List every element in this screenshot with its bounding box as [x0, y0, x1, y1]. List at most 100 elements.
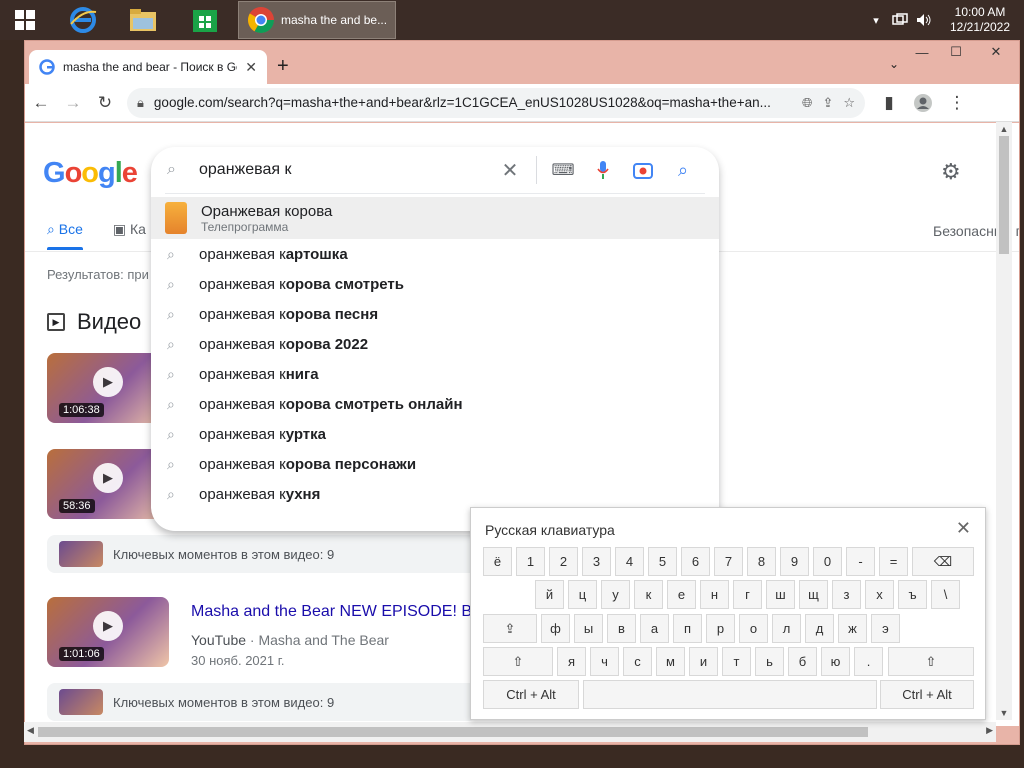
suggestion-item[interactable]: ⌕ оранжевая к ухня [151, 479, 719, 509]
keyboard-close-icon[interactable]: ✕ [956, 518, 971, 539]
key[interactable]: ъ [898, 580, 927, 609]
key[interactable]: а [640, 614, 669, 643]
tab-images[interactable]: ▣ Ка [113, 221, 146, 250]
key[interactable]: у [601, 580, 630, 609]
key[interactable]: 3 [582, 547, 611, 576]
key[interactable]: п [673, 614, 702, 643]
translate-icon[interactable]: 🌐︎ [802, 95, 812, 111]
key[interactable]: 7 [714, 547, 743, 576]
ctrl-alt-left-key[interactable]: Ctrl + Alt [483, 680, 579, 709]
key[interactable]: х [865, 580, 894, 609]
spacebar-key[interactable] [583, 680, 877, 709]
key[interactable]: ю [821, 647, 850, 676]
suggestion-item[interactable]: ⌕ оранжевая к орова персонажи [151, 449, 719, 479]
keyboard-icon[interactable]: ⌨ [543, 160, 583, 180]
key[interactable]: с [623, 647, 652, 676]
left-shift-key[interactable]: ⇧ [483, 647, 553, 676]
file-explorer-taskbar-button[interactable] [118, 0, 168, 40]
close-window-button[interactable]: ✕ [973, 41, 1019, 63]
more-menu-icon[interactable]: ⋮ [941, 87, 973, 119]
backspace-key[interactable]: ⌫ [912, 547, 974, 576]
key[interactable]: р [706, 614, 735, 643]
key-moments-bar-2[interactable]: Ключевых моментов в этом видео: 9 [47, 683, 477, 721]
key[interactable]: ф [541, 614, 570, 643]
store-taskbar-button[interactable] [180, 0, 230, 40]
video-result-title[interactable]: Masha and the Bear NEW EPISODE! B [191, 603, 472, 621]
key[interactable]: э [871, 614, 900, 643]
scroll-left-arrow-icon[interactable]: ◀ [27, 725, 34, 736]
search-input[interactable]: оранжевая к [199, 161, 490, 179]
microphone-icon[interactable] [583, 160, 623, 180]
maximize-button[interactable]: ☐ [939, 41, 973, 63]
key[interactable]: т [722, 647, 751, 676]
key[interactable]: 0 [813, 547, 842, 576]
key[interactable]: я [557, 647, 586, 676]
key[interactable]: \ [931, 580, 960, 609]
key[interactable]: б [788, 647, 817, 676]
key[interactable]: ь [755, 647, 784, 676]
url-text[interactable]: google.com/search?q=masha+the+and+bear&r… [154, 95, 792, 110]
horizontal-scrollbar[interactable]: ◀ ▶ [24, 722, 996, 742]
key[interactable]: в [607, 614, 636, 643]
suggestion-item[interactable]: ⌕ оранжевая к орова песня [151, 299, 719, 329]
search-submit-icon[interactable]: ⌕ [663, 160, 703, 181]
suggestion-item[interactable]: ⌕ оранжевая к орова смотреть онлайн [151, 389, 719, 419]
clock[interactable]: 10:00 AM 12/21/2022 [936, 5, 1024, 35]
key[interactable]: з [832, 580, 861, 609]
ctrl-alt-right-key[interactable]: Ctrl + Alt [880, 680, 974, 709]
volume-icon[interactable] [912, 0, 936, 40]
bookmark-star-icon[interactable]: ☆ [843, 95, 855, 111]
chrome-taskbar-button[interactable]: masha the and be... [238, 1, 396, 39]
key[interactable]: 8 [747, 547, 776, 576]
vertical-scrollbar[interactable]: ▲ ▼ [996, 122, 1012, 720]
scroll-down-arrow-icon[interactable]: ▼ [996, 708, 1012, 718]
key[interactable]: и [689, 647, 718, 676]
back-button[interactable]: ← [25, 87, 57, 119]
key[interactable]: 6 [681, 547, 710, 576]
key[interactable]: к [634, 580, 663, 609]
key[interactable]: ц [568, 580, 597, 609]
key[interactable]: 4 [615, 547, 644, 576]
key[interactable]: д [805, 614, 834, 643]
key[interactable]: 5 [648, 547, 677, 576]
start-button[interactable] [0, 0, 50, 40]
suggestion-item[interactable]: ⌕ оранжевая к нига [151, 359, 719, 389]
key[interactable]: ы [574, 614, 603, 643]
key[interactable]: н [700, 580, 729, 609]
network-icon[interactable] [888, 0, 912, 40]
key[interactable]: 2 [549, 547, 578, 576]
internet-explorer-taskbar-button[interactable] [58, 0, 108, 40]
tab-search-chevron-icon[interactable]: ⌄ [889, 57, 899, 71]
browser-tab[interactable]: masha the and bear - Поиск в Google ✕ [29, 50, 267, 84]
key[interactable]: 1 [516, 547, 545, 576]
address-bar[interactable]: 🔒︎ google.com/search?q=masha+the+and+bea… [127, 87, 865, 118]
key[interactable]: й [535, 580, 564, 609]
horizontal-scroll-thumb[interactable] [38, 727, 868, 737]
key[interactable]: ч [590, 647, 619, 676]
key[interactable]: ш [766, 580, 795, 609]
key[interactable]: ё [483, 547, 512, 576]
minimize-button[interactable]: — [905, 41, 939, 63]
chevron-up-icon[interactable]: ▾ [864, 0, 888, 40]
tab-close-icon[interactable]: ✕ [245, 59, 257, 76]
key[interactable]: о [739, 614, 768, 643]
suggestion-item[interactable]: ⌕ оранжевая к орова смотреть [151, 269, 719, 299]
settings-gear-icon[interactable]: ⚙ [941, 159, 961, 185]
side-panel-icon[interactable]: ▮ [873, 87, 905, 119]
google-logo[interactable]: Google [43, 157, 138, 190]
key[interactable]: г [733, 580, 762, 609]
scroll-right-arrow-icon[interactable]: ▶ [986, 725, 993, 736]
key[interactable]: л [772, 614, 801, 643]
right-shift-key[interactable]: ⇧ [888, 647, 974, 676]
suggestion-item-entity[interactable]: Оранжевая корова Телепрограмма [151, 197, 719, 239]
key[interactable]: щ [799, 580, 828, 609]
caps-lock-key[interactable]: ⇪ [483, 614, 537, 643]
share-icon[interactable]: ⇪ [822, 95, 833, 111]
suggestion-item[interactable]: ⌕ оранжевая к орова 2022 [151, 329, 719, 359]
vertical-scroll-thumb[interactable] [999, 136, 1009, 254]
camera-lens-icon[interactable] [623, 161, 663, 179]
key[interactable]: - [846, 547, 875, 576]
clear-search-icon[interactable]: ✕ [490, 158, 530, 183]
key[interactable]: м [656, 647, 685, 676]
video-thumbnail-3[interactable]: ▶ 1:01:06 [47, 597, 169, 667]
